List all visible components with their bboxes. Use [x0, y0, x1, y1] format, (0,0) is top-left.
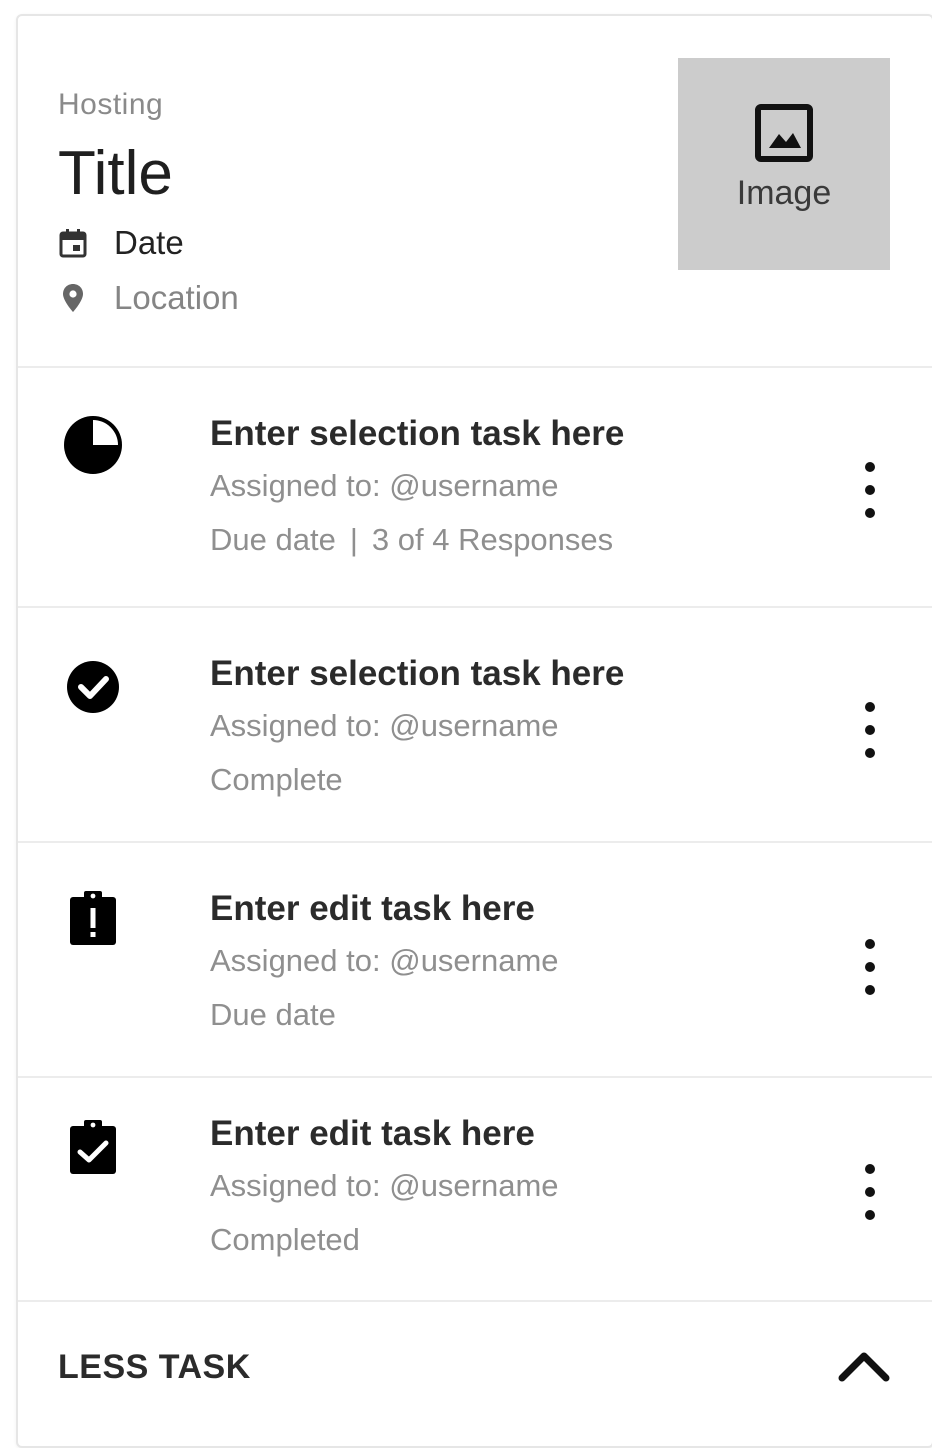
- more-options-icon[interactable]: [854, 462, 886, 518]
- image-icon: [755, 104, 813, 162]
- task-status-line: Due date | 3 of 4 Responses: [210, 522, 613, 558]
- task-assignee: Assigned to: @username: [210, 943, 559, 978]
- event-card: Hosting Title Date Location Image Enter …: [16, 14, 932, 1448]
- task-due-date: Due date: [210, 522, 336, 557]
- clipboard-check-icon: [70, 1120, 116, 1174]
- event-location-row: Location: [58, 279, 239, 317]
- task-status: Completed: [210, 1222, 360, 1257]
- event-location: Location: [114, 279, 239, 316]
- chevron-up-icon[interactable]: [834, 1346, 894, 1386]
- task-title: Enter selection task here: [210, 654, 625, 693]
- task-responses: 3 of 4 Responses: [371, 522, 614, 557]
- event-header: Hosting Title Date Location Image: [18, 16, 932, 368]
- clipboard-alert-icon: [70, 891, 116, 945]
- task-status: Due date: [210, 997, 336, 1032]
- task-title: Enter edit task here: [210, 1114, 535, 1153]
- calendar-icon: [58, 228, 88, 258]
- image-label: Image: [736, 174, 832, 212]
- task-assignee: Assigned to: @username: [210, 468, 559, 503]
- more-options-icon[interactable]: [854, 939, 886, 995]
- task-list-footer: LESS TASK: [18, 1302, 932, 1432]
- less-task-button[interactable]: LESS TASK: [58, 1348, 251, 1387]
- pie-progress-icon: [64, 416, 122, 474]
- status-separator: |: [349, 522, 358, 557]
- check-circle-icon: [67, 661, 119, 713]
- event-image-placeholder: Image: [678, 58, 890, 270]
- task-item[interactable]: Enter selection task here Assigned to: @…: [18, 608, 932, 843]
- more-options-icon[interactable]: [854, 1164, 886, 1220]
- location-pin-icon: [58, 283, 88, 313]
- task-assignee: Assigned to: @username: [210, 1168, 559, 1203]
- event-title: Title: [58, 139, 173, 208]
- task-item[interactable]: Enter edit task here Assigned to: @usern…: [18, 1078, 932, 1302]
- task-title: Enter edit task here: [210, 889, 535, 928]
- task-item[interactable]: Enter edit task here Assigned to: @usern…: [18, 843, 932, 1078]
- task-assignee: Assigned to: @username: [210, 708, 559, 743]
- event-overline: Hosting: [58, 88, 164, 121]
- task-item[interactable]: Enter selection task here Assigned to: @…: [18, 368, 932, 608]
- more-options-icon[interactable]: [854, 702, 886, 758]
- event-date-row: Date: [58, 224, 184, 262]
- event-date: Date: [114, 224, 184, 261]
- task-title: Enter selection task here: [210, 414, 625, 453]
- task-status: Complete: [210, 762, 343, 797]
